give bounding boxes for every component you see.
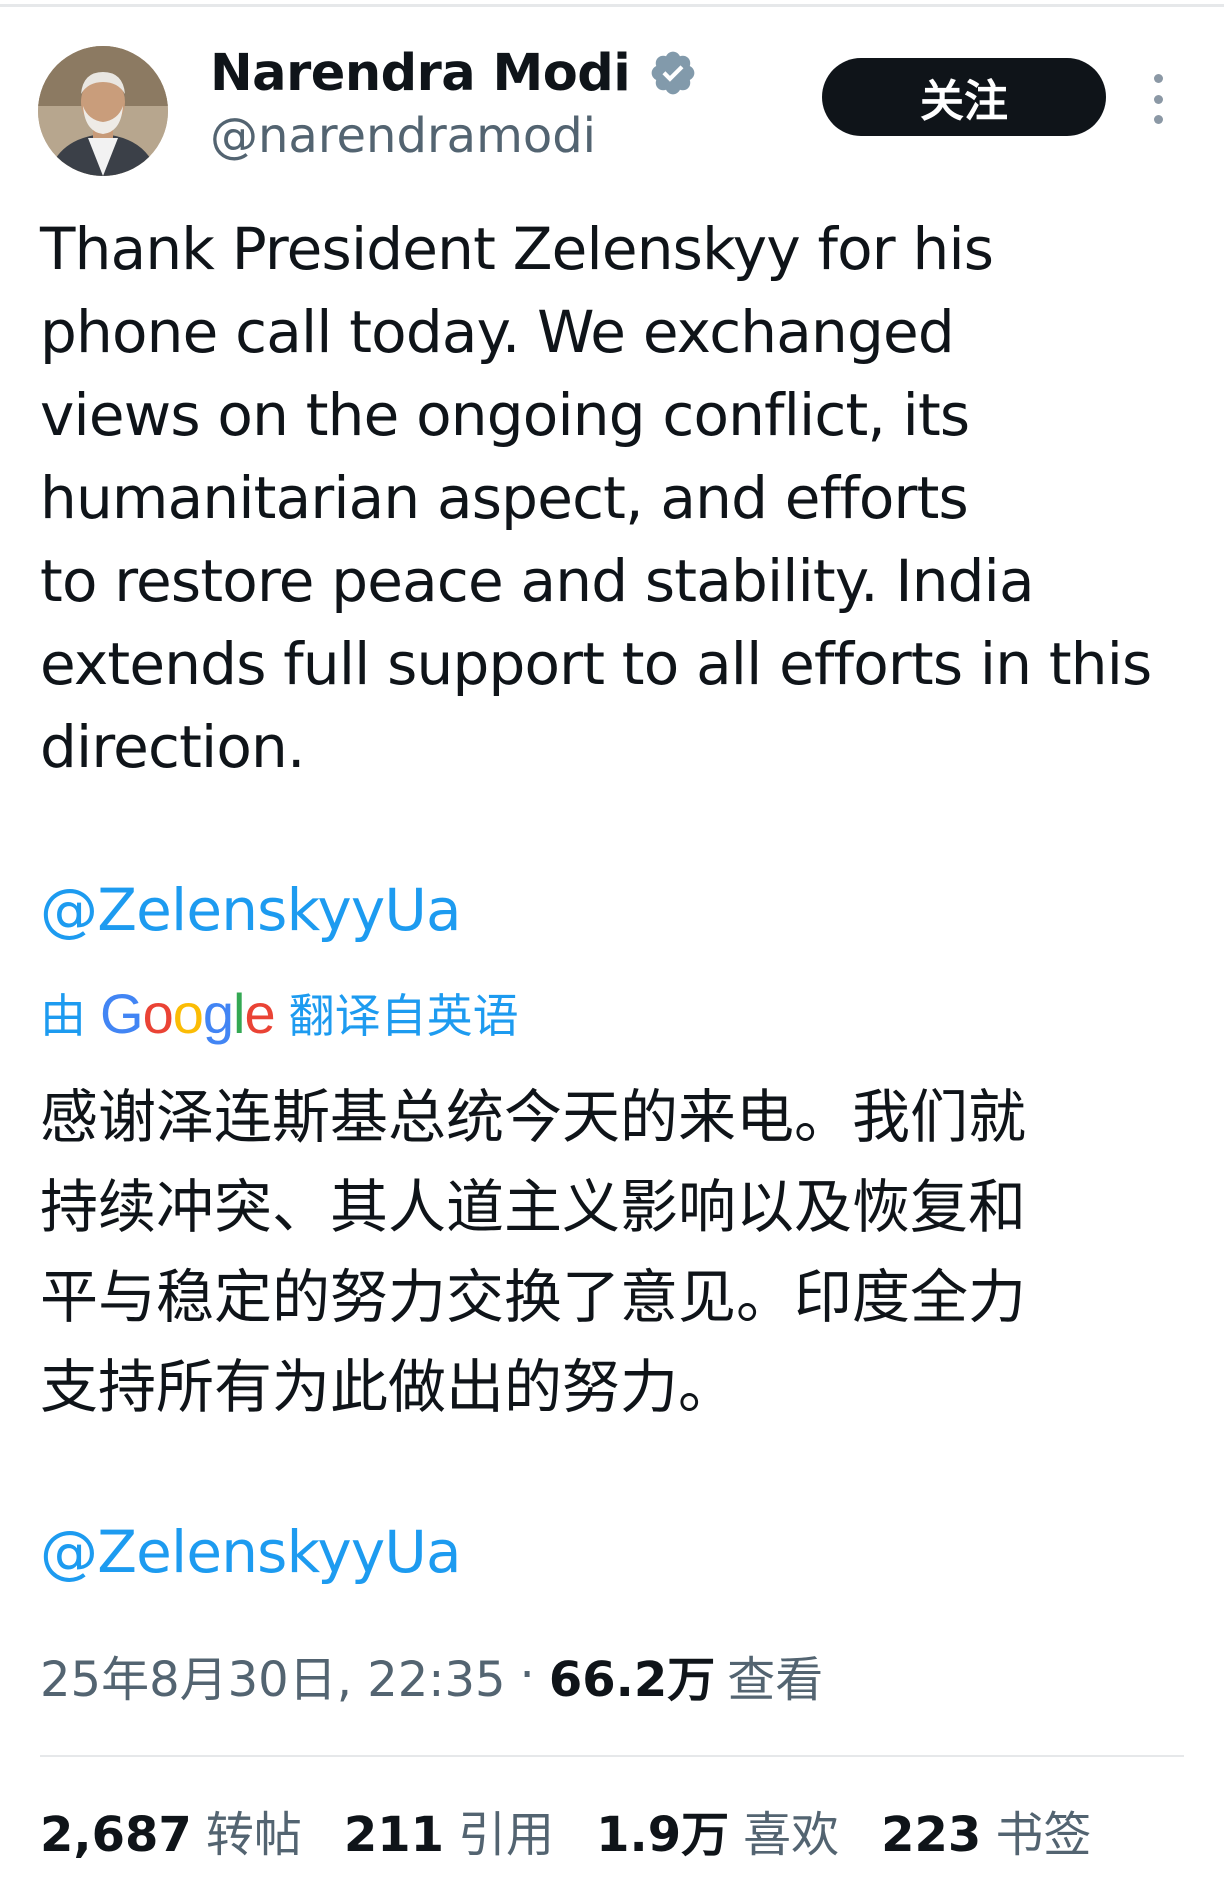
views-label: 查看 [727,1652,824,1708]
translated-text-line: 持续冲突、其人道主义影响以及恢复和 [40,1173,1027,1241]
tweet-text-line: extends full support to all efforts in t… [40,630,1152,698]
timestamp[interactable]: 25年8月30日, 22:35 [40,1640,506,1710]
more-dot [1153,94,1163,104]
quotes-count: 211 [343,1807,445,1863]
likes-stat[interactable]: 1.9万 喜欢 [596,1795,839,1865]
reposts-label: 转帖 [205,1807,302,1863]
avatar[interactable] [38,46,168,176]
more-dot [1153,115,1163,124]
meta-separator: · [519,1647,535,1703]
bookmarks-count: 223 [881,1807,982,1863]
mention-link[interactable]: @ZelenskyyUa [40,876,462,944]
translated-by-google[interactable]: 由 Google 翻译自英语 [40,978,519,1048]
translated-suffix: 翻译自英语 [288,989,519,1043]
more-options-icon[interactable] [1146,74,1170,124]
tweet-text-line: Thank President Zelenskyy for his [40,215,994,283]
reposts-stat[interactable]: 2,687 转帖 [40,1795,302,1865]
translated-prefix: 由 [40,989,86,1043]
tweet-text: Thank President Zelenskyy for his phone … [40,208,1200,789]
translated-text: 感谢泽连斯基总统今天的来电。我们就 持续冲突、其人道主义影响以及恢复和 平与稳定… [40,1072,1200,1432]
author-name-row: Narendra Modi [210,40,698,106]
follow-button[interactable]: 关注 [822,58,1106,136]
google-logo: Google [100,981,276,1045]
quotes-label: 引用 [458,1807,555,1863]
views-count: 66.2万 [548,1652,716,1708]
translated-text-line: 感谢泽连斯基总统今天的来电。我们就 [40,1083,1027,1151]
author-handle[interactable]: @narendramodi [210,108,596,164]
quotes-stat[interactable]: 211 引用 [344,1795,554,1865]
translated-mention-link[interactable]: @ZelenskyyUa [40,1518,462,1586]
bookmarks-stat[interactable]: 223 书签 [881,1795,1091,1865]
tweet-text-line: direction. [40,713,305,781]
bookmarks-label: 书签 [995,1807,1092,1863]
more-dot [1153,74,1163,83]
top-divider [0,4,1224,7]
tweet-text-line: phone call today. We exchanged [40,298,955,366]
engagement-stats: 2,687 转帖 211 引用 1.9万 喜欢 223 书签 [40,1795,1133,1865]
tweet-text-line: humanitarian aspect, and efforts [40,464,969,532]
author-display-name[interactable]: Narendra Modi [210,44,631,103]
likes-label: 喜欢 [743,1807,840,1863]
likes-count: 1.9万 [596,1807,730,1863]
tweet-text-line: views on the ongoing conflict, its [40,381,970,449]
translated-text-line: 支持所有为此做出的努力。 [40,1353,737,1421]
stats-divider [40,1755,1184,1757]
translated-text-line: 平与稳定的努力交换了意见。印度全力 [40,1263,1027,1331]
tweet-text-line: to restore peace and stability. India [40,547,1035,615]
tweet-meta: 25年8月30日, 22:35 · 66.2万 查看 [40,1640,823,1710]
verified-badge-icon [648,48,698,98]
reposts-count: 2,687 [40,1807,192,1863]
